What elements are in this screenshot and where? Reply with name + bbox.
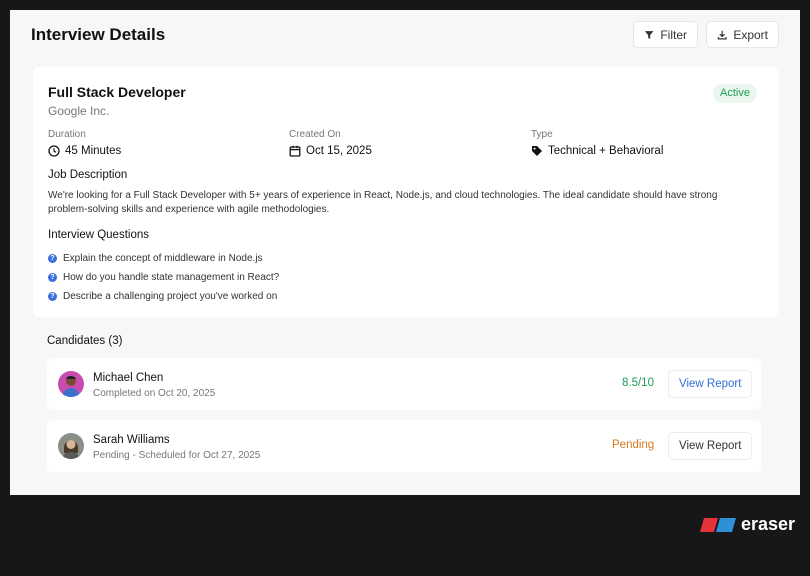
candidate-score: Pending <box>612 439 655 451</box>
type-meta: Type Technical + Behavioral <box>531 129 663 157</box>
tag-icon <box>532 146 542 156</box>
question-icon: ? <box>48 273 57 282</box>
candidate-row: Michael Chen Completed on Oct 20, 2025 8… <box>47 358 761 410</box>
job-title: Full Stack Developer <box>48 84 186 100</box>
candidate-name: Sarah Williams <box>93 434 170 446</box>
avatar <box>58 371 84 397</box>
job-description-title: Job Description <box>48 169 128 181</box>
job-details-card: Full Stack Developer Google Inc. Active … <box>33 67 778 317</box>
eraser-logo: eraser <box>700 514 795 535</box>
created-meta: Created On Oct 15, 2025 <box>289 129 372 157</box>
candidate-name: Michael Chen <box>93 372 164 384</box>
question-text: Explain the concept of middleware in Nod… <box>63 253 263 264</box>
job-description: We're looking for a Full Stack Developer… <box>48 190 718 215</box>
duration-label: Duration <box>48 129 86 140</box>
created-value: Oct 15, 2025 <box>306 145 372 157</box>
filter-icon <box>644 30 654 39</box>
interview-questions-list: ? Explain the concept of middleware in No… <box>48 249 279 306</box>
clock-icon <box>48 145 60 157</box>
calendar-icon <box>289 145 301 157</box>
filter-button-label: Filter <box>660 27 687 42</box>
view-report-button[interactable]: View Report <box>668 432 753 460</box>
view-report-button[interactable]: View Report <box>668 370 753 398</box>
company-name: Google Inc. <box>48 104 110 118</box>
question-icon: ? <box>48 292 57 301</box>
question-text: How do you handle state management in Re… <box>63 272 280 283</box>
question-item: ? Explain the concept of middleware in No… <box>48 249 279 268</box>
header-bar: Interview Details Filter Export <box>10 10 800 60</box>
type-value: Technical + Behavioral <box>548 145 664 157</box>
candidate-status-text: Pending - Scheduled for Oct 27, 2025 <box>93 450 261 461</box>
page-title: Interview Details <box>31 25 166 44</box>
brand-name: eraser <box>741 514 796 534</box>
download-icon <box>717 30 727 39</box>
status-badge: Active <box>713 84 757 103</box>
candidate-status-text: Completed on Oct 20, 2025 <box>93 388 216 399</box>
interview-questions-title: Interview Questions <box>48 229 149 241</box>
question-icon: ? <box>48 254 57 263</box>
avatar <box>58 433 84 459</box>
candidate-score: 8.5/10 <box>622 377 654 389</box>
duration-value: 45 Minutes <box>65 145 122 157</box>
duration-meta: Duration 45 Minutes <box>48 129 121 157</box>
export-button[interactable]: Export <box>706 21 779 48</box>
app-window: Interview Details Filter Export Full Sta… <box>10 10 800 495</box>
eraser-logo-icon <box>700 517 736 532</box>
candidates-title: Candidates (3) <box>47 335 123 347</box>
question-text: Describe a challenging project you've wo… <box>63 291 278 302</box>
filter-button[interactable]: Filter <box>633 21 698 48</box>
question-item: ? How do you handle state management in R… <box>48 268 279 287</box>
created-label: Created On <box>289 129 341 140</box>
question-item: ? Describe a challenging project you've w… <box>48 287 279 306</box>
type-label: Type <box>531 129 553 140</box>
candidate-row: Sarah Williams Pending - Scheduled for O… <box>47 420 761 472</box>
export-button-label: Export <box>733 27 768 42</box>
